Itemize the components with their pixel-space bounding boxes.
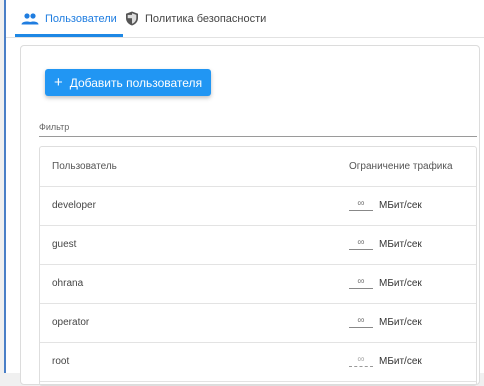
traffic-limit-cell: ∞ МБит/сек: [349, 264, 422, 303]
add-user-button[interactable]: + Добавить пользователя: [45, 69, 211, 96]
traffic-limit-cell: ∞ МБит/сек: [349, 186, 422, 225]
user-name: guest: [52, 239, 77, 250]
user-name: root: [52, 356, 70, 367]
header-traffic-limit: Ограничение трафика: [349, 161, 453, 172]
user-name: ohrana: [52, 278, 84, 289]
header-user: Пользователь: [52, 161, 117, 172]
users-panel: + Добавить пользователя Пользователь Огр…: [20, 45, 480, 386]
table-row[interactable]: operator ∞ МБит/сек: [40, 303, 476, 343]
users-page: Пользователи Политика безопасности + Доб…: [4, 0, 484, 386]
user-name: developer: [52, 200, 96, 211]
users-icon: [21, 12, 39, 25]
shield-icon: [125, 11, 139, 26]
tab-security-policy[interactable]: Политика безопасности: [125, 0, 266, 37]
traffic-limit-cell: ∞ МБит/сек: [349, 303, 422, 342]
user-name: operator: [52, 317, 90, 328]
plus-icon: +: [53, 74, 63, 91]
table-row[interactable]: guest ∞ МБит/сек: [40, 225, 476, 265]
unit-label: МБит/сек: [379, 278, 422, 289]
table-row[interactable]: ohrana ∞ МБит/сек: [40, 264, 476, 304]
table-row[interactable]: developer ∞ МБит/сек: [40, 186, 476, 226]
traffic-limit-input[interactable]: ∞: [349, 315, 373, 328]
tab-users[interactable]: Пользователи: [21, 0, 117, 37]
users-table: Пользователь Ограничение трафика develop…: [39, 146, 477, 386]
traffic-limit-input[interactable]: ∞: [349, 237, 373, 250]
add-user-button-label: Добавить пользователя: [69, 75, 203, 90]
traffic-limit-input[interactable]: ∞: [349, 276, 373, 289]
table-header: Пользователь Ограничение трафика: [40, 147, 476, 187]
traffic-limit-cell: ∞ МБит/сек: [349, 342, 422, 381]
tab-bar: Пользователи Политика безопасности: [6, 0, 484, 38]
traffic-limit-input: ∞: [349, 354, 373, 367]
unit-label: МБит/сек: [379, 356, 422, 367]
traffic-limit-cell: ∞ МБит/сек: [349, 225, 422, 264]
unit-label: МБит/сек: [379, 239, 422, 250]
unit-label: МБит/сек: [379, 317, 422, 328]
tab-security-policy-label: Политика безопасности: [145, 12, 267, 25]
table-row[interactable]: root ∞ МБит/сек: [40, 342, 476, 382]
filter-input[interactable]: [39, 118, 477, 137]
tab-users-label: Пользователи: [45, 12, 117, 25]
traffic-limit-input[interactable]: ∞: [349, 198, 373, 211]
active-tab-indicator: [15, 34, 123, 37]
unit-label: МБит/сек: [379, 200, 422, 211]
